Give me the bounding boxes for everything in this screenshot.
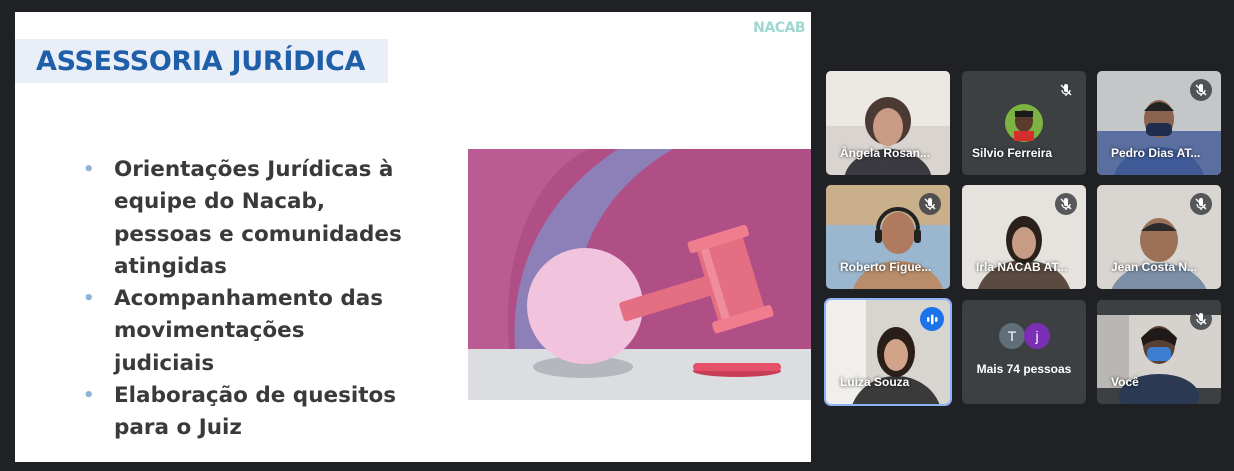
mic-off-icon: [1055, 193, 1077, 215]
presentation-slide: NACAB ASSESSORIA JURÍDICA • Orientações J…: [15, 12, 811, 462]
participant-tile[interactable]: Irla NACAB AT...: [962, 185, 1086, 289]
bullet-item: • Orientações Jurídicas à equipe do Nacab…: [83, 154, 403, 283]
bullet-dot-icon: •: [83, 288, 95, 310]
participant-tile[interactable]: Roberto Figue...: [826, 185, 950, 289]
nacab-logo: NACAB: [753, 20, 805, 36]
bullet-item: • Elaboração de quesitos para o Juiz: [83, 380, 403, 445]
participant-tile-speaking[interactable]: Luiza Souza: [826, 300, 950, 404]
bullet-item: • Acompanhamento das movimentações judici…: [83, 283, 403, 380]
participant-tile-self[interactable]: Você: [1097, 300, 1221, 404]
slide-title: ASSESSORIA JURÍDICA: [36, 46, 366, 77]
participant-name: Jean Costa N...: [1111, 260, 1198, 274]
participant-name: Irla NACAB AT...: [976, 260, 1068, 274]
participant-tile[interactable]: Pedro Dias AT...: [1097, 71, 1221, 175]
mic-off-icon: [1055, 79, 1077, 101]
mic-off-icon: [919, 193, 941, 215]
more-avatars: T j: [962, 323, 1086, 353]
participant-tile[interactable]: Ângela Rosan...: [826, 71, 950, 175]
participant-tile[interactable]: Jean Costa N...: [1097, 185, 1221, 289]
participant-name: Ângela Rosan...: [840, 146, 931, 160]
speaking-indicator-icon: [920, 307, 944, 331]
bullet-dot-icon: •: [83, 159, 95, 180]
more-participants-label: Mais 74 pessoas: [976, 362, 1072, 376]
participant-name: Luiza Souza: [840, 375, 910, 389]
bullet-dot-icon: •: [83, 385, 95, 407]
avatar: j: [1024, 323, 1050, 349]
mic-off-icon: [1190, 308, 1212, 330]
gavel-illustration: [468, 149, 811, 400]
participant-name: Pedro Dias AT...: [1111, 146, 1201, 160]
participant-name: Roberto Figue...: [840, 260, 932, 274]
avatar: T: [999, 323, 1025, 349]
participant-tile[interactable]: Silvio Ferreira: [962, 71, 1086, 175]
mic-off-icon: [1190, 193, 1212, 215]
bullet-list: • Orientações Jurídicas à equipe do Nacab…: [83, 154, 403, 445]
participant-name: Silvio Ferreira: [972, 146, 1053, 160]
participant-name: Você: [1111, 375, 1139, 389]
more-participants-tile[interactable]: T j Mais 74 pessoas: [962, 300, 1086, 404]
mic-off-icon: [1190, 79, 1212, 101]
